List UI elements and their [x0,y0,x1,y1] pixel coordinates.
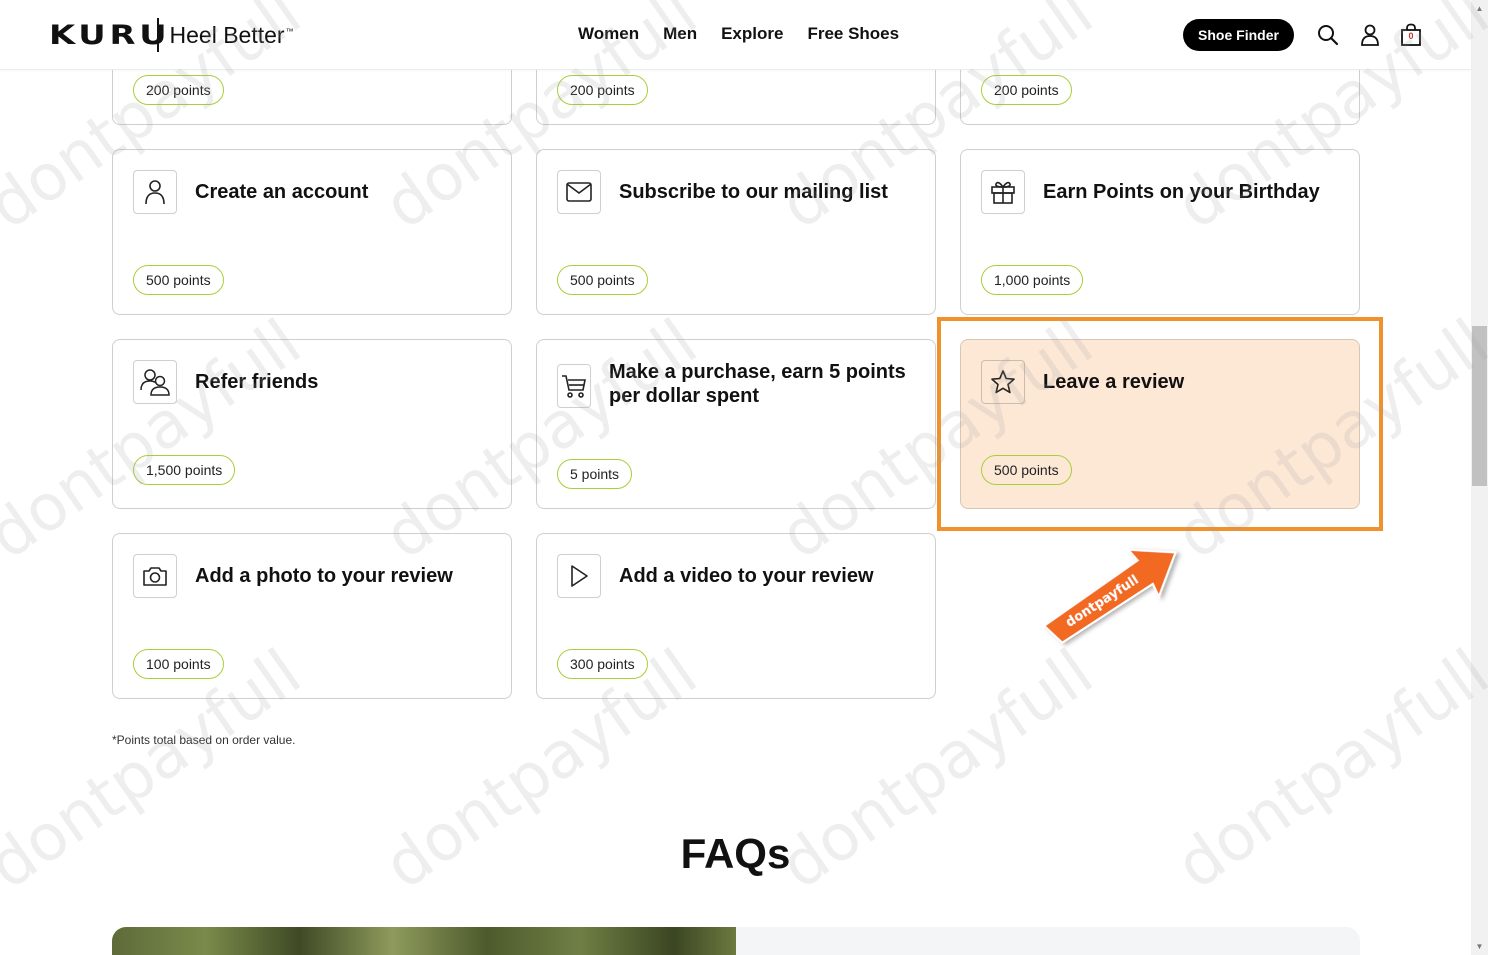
annotation-arrow: dontpayfull [1042,548,1177,644]
reward-card-refer-friends[interactable]: Refer friends 1,500 points [112,339,512,509]
nav-women[interactable]: Women [578,24,639,44]
card-title: Subscribe to our mailing list [619,181,888,203]
reward-card-add-photo[interactable]: Add a photo to your review 100 points [112,533,512,699]
card-title: Earn Points on your Birthday [1043,181,1320,203]
main-nav: Women Men Explore Free Shoes [578,24,923,44]
points-pill: 5 points [557,459,633,489]
points-pill: 200 points [557,75,648,105]
points-pill: 500 points [557,265,648,295]
faqs-heading: FAQs [680,830,791,877]
faq-image [112,927,736,955]
points-pill: 100 points [133,649,224,679]
reward-card-create-account[interactable]: Create an account 500 points [112,149,512,315]
user-icon [133,170,177,214]
search-icon[interactable] [1315,22,1341,48]
cart-icon [557,364,591,408]
shoe-finder-button[interactable]: Shoe Finder [1183,19,1294,51]
nav-men[interactable]: Men [663,24,697,44]
reward-card-mailing-list[interactable]: Subscribe to our mailing list 500 points [536,149,936,315]
points-footnote: *Points total based on order value. [112,733,296,747]
camera-icon [133,554,177,598]
points-pill: 200 points [981,75,1072,105]
reward-card-purchase[interactable]: Make a purchase, earn 5 points per dolla… [536,339,936,509]
card-title: Make a purchase, earn 5 points per dolla… [609,361,906,407]
card-title: Add a photo to your review [195,565,453,587]
scroll-down-arrow[interactable]: ▼ [1471,938,1488,955]
reward-card-add-video[interactable]: Add a video to your review 300 points [536,533,936,699]
highlight-box [937,317,1383,531]
mail-icon [557,170,601,214]
account-icon[interactable] [1357,22,1383,48]
card-title: Add a video to your review [619,565,874,587]
points-pill: 300 points [557,649,648,679]
gift-icon [981,170,1025,214]
nav-free-shoes[interactable]: Free Shoes [807,24,899,44]
users-icon [133,360,177,404]
scroll-up-arrow[interactable]: ▲ [1471,0,1488,17]
card-title: Create an account [195,181,369,203]
points-pill: 1,000 points [981,265,1084,295]
logo-wordmark: KURU [49,19,171,51]
points-pill: 200 points [133,75,224,105]
cart-bag-icon[interactable]: 0 [1398,22,1424,48]
scroll-thumb[interactable] [1472,326,1487,486]
cart-count: 0 [1408,31,1414,41]
points-pill: 1,500 points [133,455,236,485]
logo[interactable]: KURU Heel Better™ [49,18,294,52]
card-title: Refer friends [195,371,319,393]
page-scrollbar[interactable]: ▲ ▼ [1471,0,1488,955]
points-pill: 500 points [133,265,224,295]
site-header: KURU Heel Better™ Women Men Explore Free… [0,0,1471,70]
play-icon [557,554,601,598]
arrow-label: dontpayfull [1063,573,1141,631]
nav-explore[interactable]: Explore [721,24,783,44]
logo-tagline: Heel Better™ [169,21,294,48]
faq-panel [736,927,1360,955]
reward-card-birthday[interactable]: Earn Points on your Birthday 1,000 point… [960,149,1360,315]
